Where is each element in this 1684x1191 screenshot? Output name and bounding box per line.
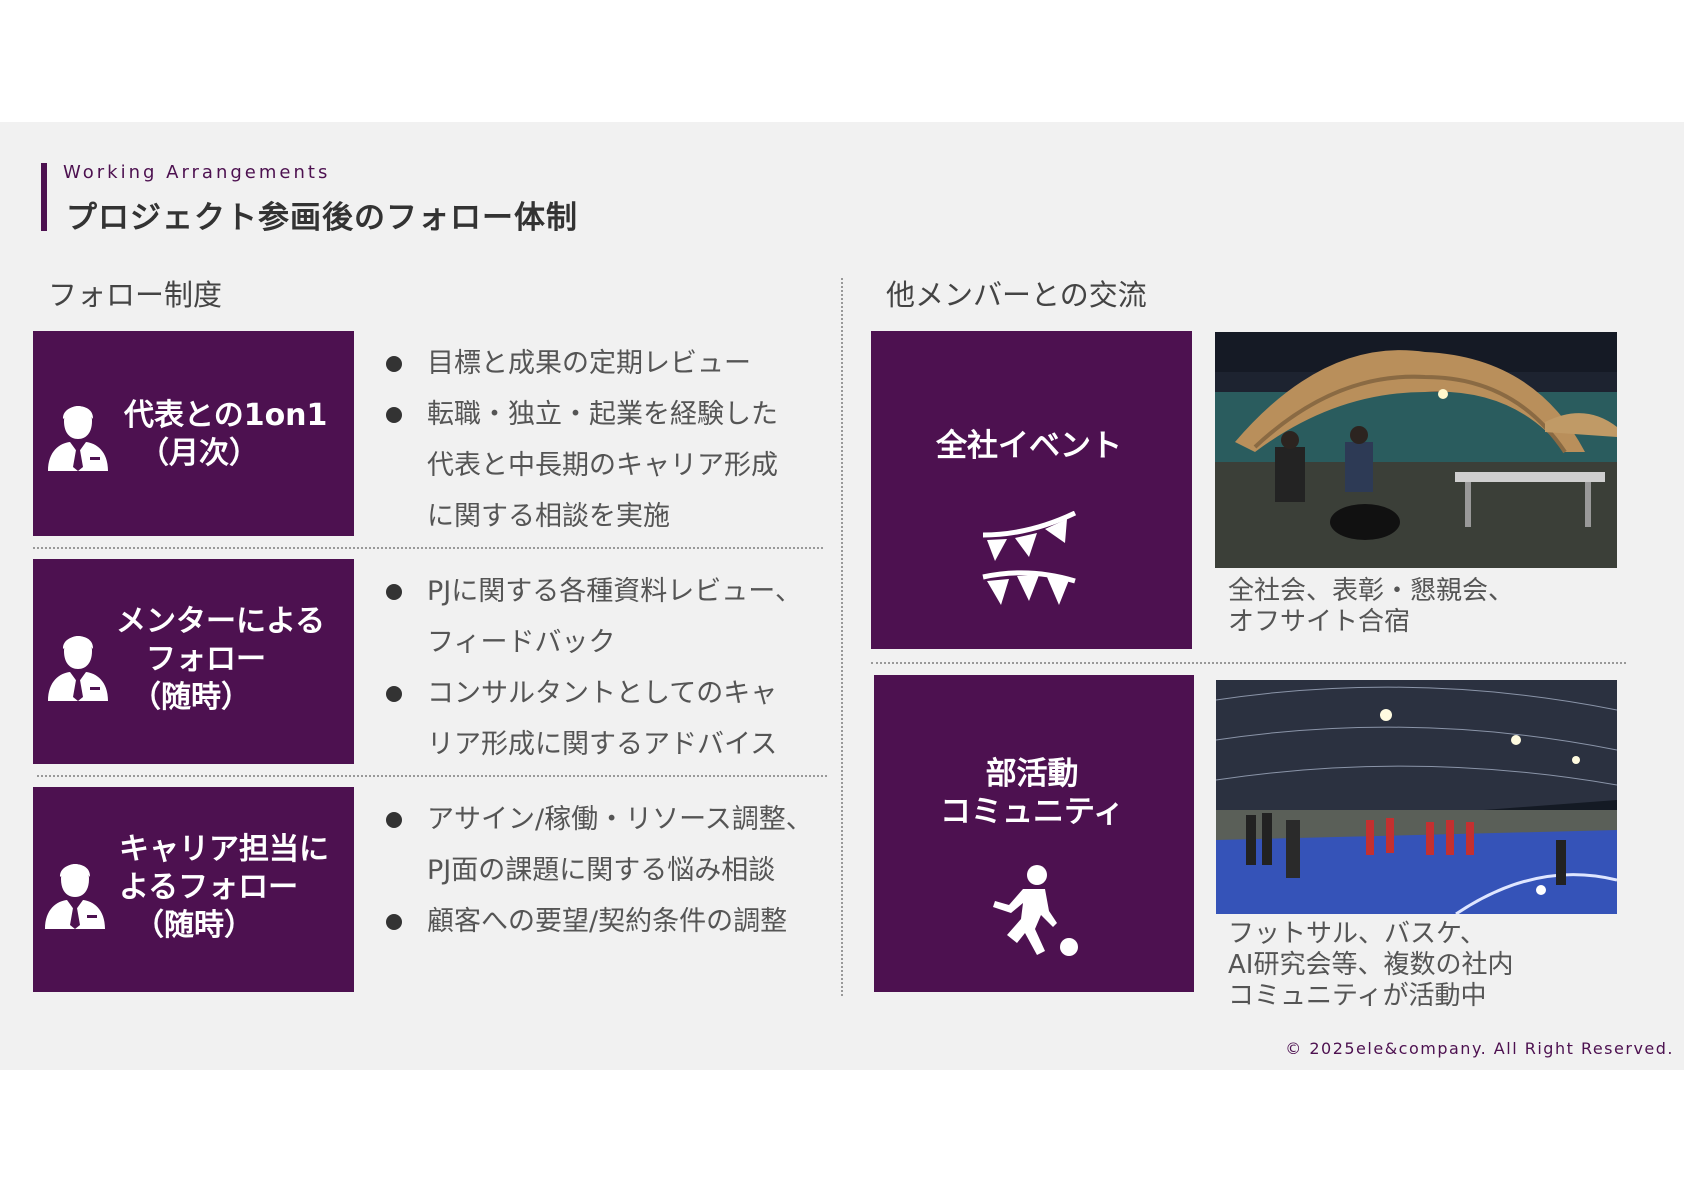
event-caption: 全社会、表彰・懇親会、 オフサイト合宿 bbox=[1228, 576, 1515, 637]
follow-section-heading: フォロー制度 bbox=[48, 278, 223, 312]
follow-bullets-career: アサイン/稼働・リソース調整、 PJ面の課題に関する悩み相談 顧客への要望/契約… bbox=[386, 794, 813, 947]
person-icon bbox=[45, 864, 105, 929]
bunting-flags-icon bbox=[982, 511, 1077, 605]
copyright: © 2025ele&company. All Right Reserved. bbox=[1285, 1039, 1674, 1058]
page-title: プロジェクト参画後のフォロー体制 bbox=[66, 200, 578, 236]
slide: Working Arrangements プロジェクト参画後のフォロー体制 フォ… bbox=[0, 122, 1684, 1070]
exchange-card-label: 全社イベント bbox=[936, 428, 1122, 464]
bullet-item: アサイン/稼働・リソース調整、 PJ面の課題に関する悩み相談 bbox=[386, 794, 813, 896]
title-accent-bar bbox=[41, 163, 47, 231]
exchange-section-heading: 他メンバーとの交流 bbox=[886, 278, 1147, 312]
section-divider bbox=[37, 775, 827, 777]
club-caption: フットサル、バスケ、 AI研究会等、複数の社内 コミュニティが活動中 bbox=[1228, 919, 1514, 1011]
follow-card-label: キャリア担当に よるフォロー （随時） bbox=[119, 832, 329, 943]
bullet-item: 目標と成果の定期レビュー bbox=[386, 338, 778, 389]
bullet-item: コンサルタントとしてのキャ リア形成に関するアドバイス bbox=[386, 668, 802, 770]
event-photo bbox=[1215, 332, 1617, 568]
follow-bullets-1on1: 目標と成果の定期レビュー 転職・独立・起業を経験した 代表と中長期のキャリア形成… bbox=[386, 338, 778, 542]
exchange-card-club: 部活動 コミュニティ bbox=[874, 675, 1194, 992]
follow-card-1on1: 代表との1on1 （月次） bbox=[33, 331, 354, 536]
follow-card-career: キャリア担当に よるフォロー （随時） bbox=[33, 787, 354, 992]
follow-card-mentor: メンターによる フォロー （随時） bbox=[33, 559, 354, 764]
person-icon bbox=[48, 406, 108, 471]
section-divider bbox=[33, 547, 823, 549]
bullet-item: 転職・独立・起業を経験した 代表と中長期のキャリア形成 に関する相談を実施 bbox=[386, 389, 778, 542]
follow-card-label: 代表との1on1 （月次） bbox=[124, 398, 328, 471]
follow-card-label: メンターによる フォロー （随時） bbox=[116, 604, 326, 715]
section-divider bbox=[871, 662, 1626, 664]
page-subtitle: Working Arrangements bbox=[63, 162, 331, 183]
column-divider bbox=[841, 278, 843, 996]
soccer-player-icon bbox=[993, 865, 1078, 956]
bullet-item: 顧客への要望/契約条件の調整 bbox=[386, 896, 813, 947]
bullet-item: PJに関する各種資料レビュー、 フィードバック bbox=[386, 566, 802, 668]
exchange-card-events: 全社イベント bbox=[871, 331, 1192, 649]
follow-bullets-mentor: PJに関する各種資料レビュー、 フィードバック コンサルタントとしてのキャ リア… bbox=[386, 566, 802, 770]
club-photo bbox=[1216, 680, 1617, 914]
exchange-card-label: 部活動 コミュニティ bbox=[940, 756, 1125, 830]
person-icon bbox=[48, 636, 108, 701]
